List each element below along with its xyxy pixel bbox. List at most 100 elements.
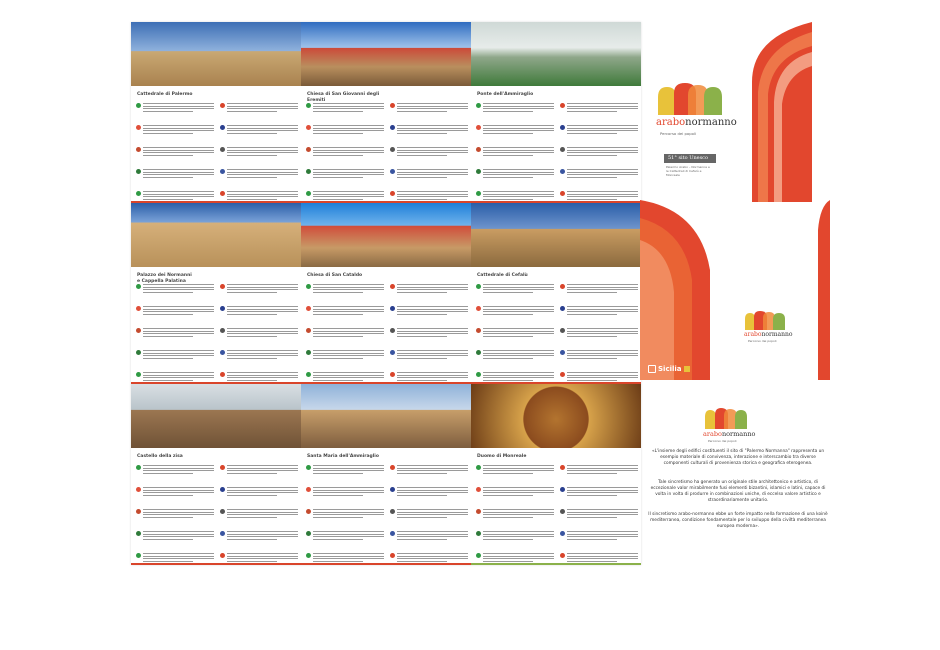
back-logo-brand-part2: normanno (721, 430, 756, 438)
text-lines-placeholder (397, 124, 468, 134)
monument-panel: Ponte dell'Ammiraglio (471, 22, 641, 203)
cover-tagline: Percorso dei popoli (660, 131, 697, 136)
text-lines-placeholder (483, 168, 554, 178)
text-lines-placeholder (397, 530, 468, 540)
text-lines-placeholder (397, 552, 468, 562)
language-flag-icon (476, 125, 481, 130)
language-entry (390, 349, 468, 369)
language-entry (220, 146, 298, 166)
multilingual-text-grid (306, 464, 468, 562)
language-entry (390, 305, 468, 325)
multilingual-text-grid (306, 102, 468, 200)
small-logo-brand-part1: arabo (744, 331, 762, 338)
language-flag-icon (306, 306, 311, 311)
text-lines-placeholder (313, 327, 384, 337)
language-entry (476, 508, 554, 528)
language-flag-icon (476, 169, 481, 174)
language-flag-icon (136, 328, 141, 333)
language-entry (476, 530, 554, 550)
language-entry (306, 327, 384, 347)
brochure-sheet: Cattedrale di Palermo Chiesa di San Giova… (131, 22, 641, 565)
bottom-accent-line (471, 563, 641, 565)
language-flag-icon (136, 306, 141, 311)
language-entry (136, 168, 214, 188)
language-entry (136, 283, 214, 303)
language-flag-icon (136, 191, 141, 196)
text-lines-placeholder (397, 371, 468, 381)
language-flag-icon (136, 487, 141, 492)
language-entry (220, 530, 298, 550)
language-flag-icon (560, 306, 565, 311)
text-lines-placeholder (313, 486, 384, 496)
language-flag-icon (220, 350, 225, 355)
text-lines-placeholder (483, 486, 554, 496)
language-flag-icon (136, 465, 141, 470)
back-logo-brand: arabonormanno (703, 430, 755, 438)
multilingual-text-grid (476, 102, 638, 200)
language-entry (220, 124, 298, 144)
language-flag-icon (390, 465, 395, 470)
language-entry (306, 349, 384, 369)
text-lines-placeholder (313, 102, 384, 112)
language-flag-icon (136, 531, 141, 536)
language-flag-icon (390, 531, 395, 536)
language-flag-icon (390, 509, 395, 514)
text-lines-placeholder (483, 190, 554, 200)
text-lines-placeholder (483, 371, 554, 381)
language-flag-icon (390, 191, 395, 196)
text-lines-placeholder (227, 305, 298, 315)
text-lines-placeholder (567, 349, 638, 359)
monument-title: Castello della zisa (137, 454, 183, 459)
language-flag-icon (306, 103, 311, 108)
language-entry (390, 124, 468, 144)
brochure-stage: Cattedrale di Palermo Chiesa di San Giova… (0, 0, 940, 650)
language-entry (136, 530, 214, 550)
multilingual-text-grid (136, 102, 298, 200)
sicilia-emblem-icon (648, 365, 656, 373)
monument-panel: Duomo di Monreale (471, 384, 641, 565)
monument-panel: Santa Maria dell'Ammiraglio (301, 384, 471, 565)
language-entry (136, 486, 214, 506)
language-flag-icon (476, 103, 481, 108)
language-entry (136, 349, 214, 369)
text-lines-placeholder (483, 283, 554, 293)
text-lines-placeholder (483, 305, 554, 315)
text-lines-placeholder (227, 349, 298, 359)
language-entry (476, 464, 554, 484)
monument-panel: Chiesa di San Giovanni degli Eremiti (301, 22, 471, 203)
language-flag-icon (306, 372, 311, 377)
monument-title: Chiesa di San Cataldo (307, 273, 363, 278)
text-lines-placeholder (143, 464, 214, 474)
text-lines-placeholder (483, 508, 554, 518)
text-lines-placeholder (483, 464, 554, 474)
language-entry (390, 464, 468, 484)
language-flag-icon (476, 147, 481, 152)
language-entry (220, 327, 298, 347)
language-flag-icon (136, 147, 141, 152)
text-lines-placeholder (397, 327, 468, 337)
small-logo-arches (745, 311, 785, 330)
monument-title: Santa Maria dell'Ammiraglio (307, 454, 379, 459)
sicilia-label: Sicilia (658, 365, 682, 373)
text-lines-placeholder (567, 283, 638, 293)
language-flag-icon (306, 169, 311, 174)
language-entry (306, 146, 384, 166)
monument-title: Ponte dell'Ammiraglio (477, 92, 534, 97)
language-flag-icon (560, 191, 565, 196)
language-flag-icon (390, 372, 395, 377)
bottom-separator (131, 563, 471, 565)
text-lines-placeholder (143, 349, 214, 359)
monument-photo (471, 203, 641, 267)
language-entry (560, 349, 638, 369)
row-separator (131, 201, 641, 203)
back-text-paragraph-1: «L'insieme degli edifici costituenti il … (651, 449, 825, 466)
language-entry (476, 349, 554, 369)
language-flag-icon (560, 284, 565, 289)
language-flag-icon (136, 372, 141, 377)
language-flag-icon (306, 531, 311, 536)
language-entry (476, 283, 554, 303)
text-lines-placeholder (227, 508, 298, 518)
language-flag-icon (390, 125, 395, 130)
text-lines-placeholder (227, 371, 298, 381)
language-entry (390, 283, 468, 303)
